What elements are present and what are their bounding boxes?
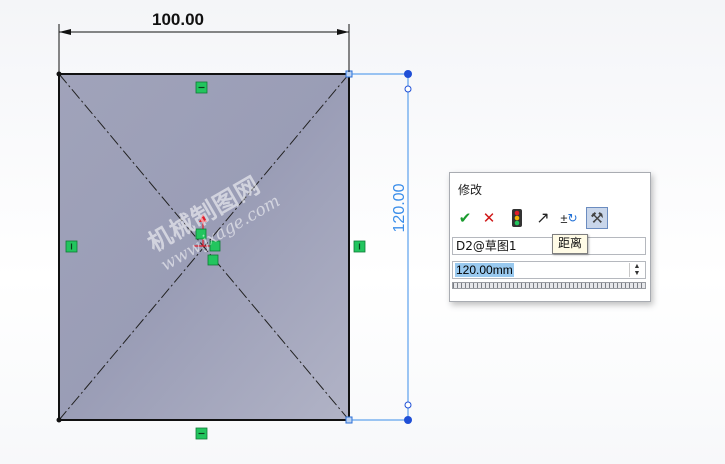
corner-point-bottom-left[interactable] [56,417,62,423]
close-icon[interactable]: ✕ [478,207,500,229]
value-spinner[interactable]: ▲ ▼ [629,263,644,277]
corner-point-top-left[interactable] [56,71,62,77]
dimension-value-text: 120.00mm [455,263,514,277]
horizontal-relation-icon[interactable] [195,81,208,94]
horizontal-relation-icon[interactable] [195,427,208,440]
horizontal-dimension-value[interactable]: 100.00 [152,10,204,29]
dimension-name-field[interactable]: D2@草图1 [452,237,646,255]
modify-dialog: 修改 ✔ ✕ ↗ ± ↻ ⚒ D2@草图1 120.00mm ▲ ▼ [449,172,651,302]
corner-point-bottom-right[interactable] [345,416,353,424]
arrow-icon[interactable]: ↗ [532,207,554,229]
vertical-relation-icon[interactable] [353,240,366,253]
rebuild-icon[interactable] [506,207,528,229]
reverse-dimension-glyph: ± [560,210,568,226]
vertical-dimension-value[interactable]: 120.00 [391,183,408,232]
dimension-value-input[interactable]: 120.00mm ▲ ▼ [452,261,646,279]
mark-dimension-icon[interactable]: ⚒ [586,207,608,229]
reverse-dimension-icon[interactable]: ± ↻ [558,207,580,229]
dialog-title: 修改 [458,183,483,197]
thumbwheel-slider[interactable] [452,282,646,289]
vertical-relation-icon[interactable] [65,240,78,253]
dimension-handle[interactable] [404,70,412,78]
horizontal-dimension[interactable]: 100.00 [58,10,350,72]
check-icon[interactable]: ✔ [454,207,476,229]
tooltip: 距离 [552,234,588,254]
dimension-handle[interactable] [404,416,412,424]
dialog-toolbar: ✔ ✕ ↗ ± ↻ ⚒ [454,207,644,231]
